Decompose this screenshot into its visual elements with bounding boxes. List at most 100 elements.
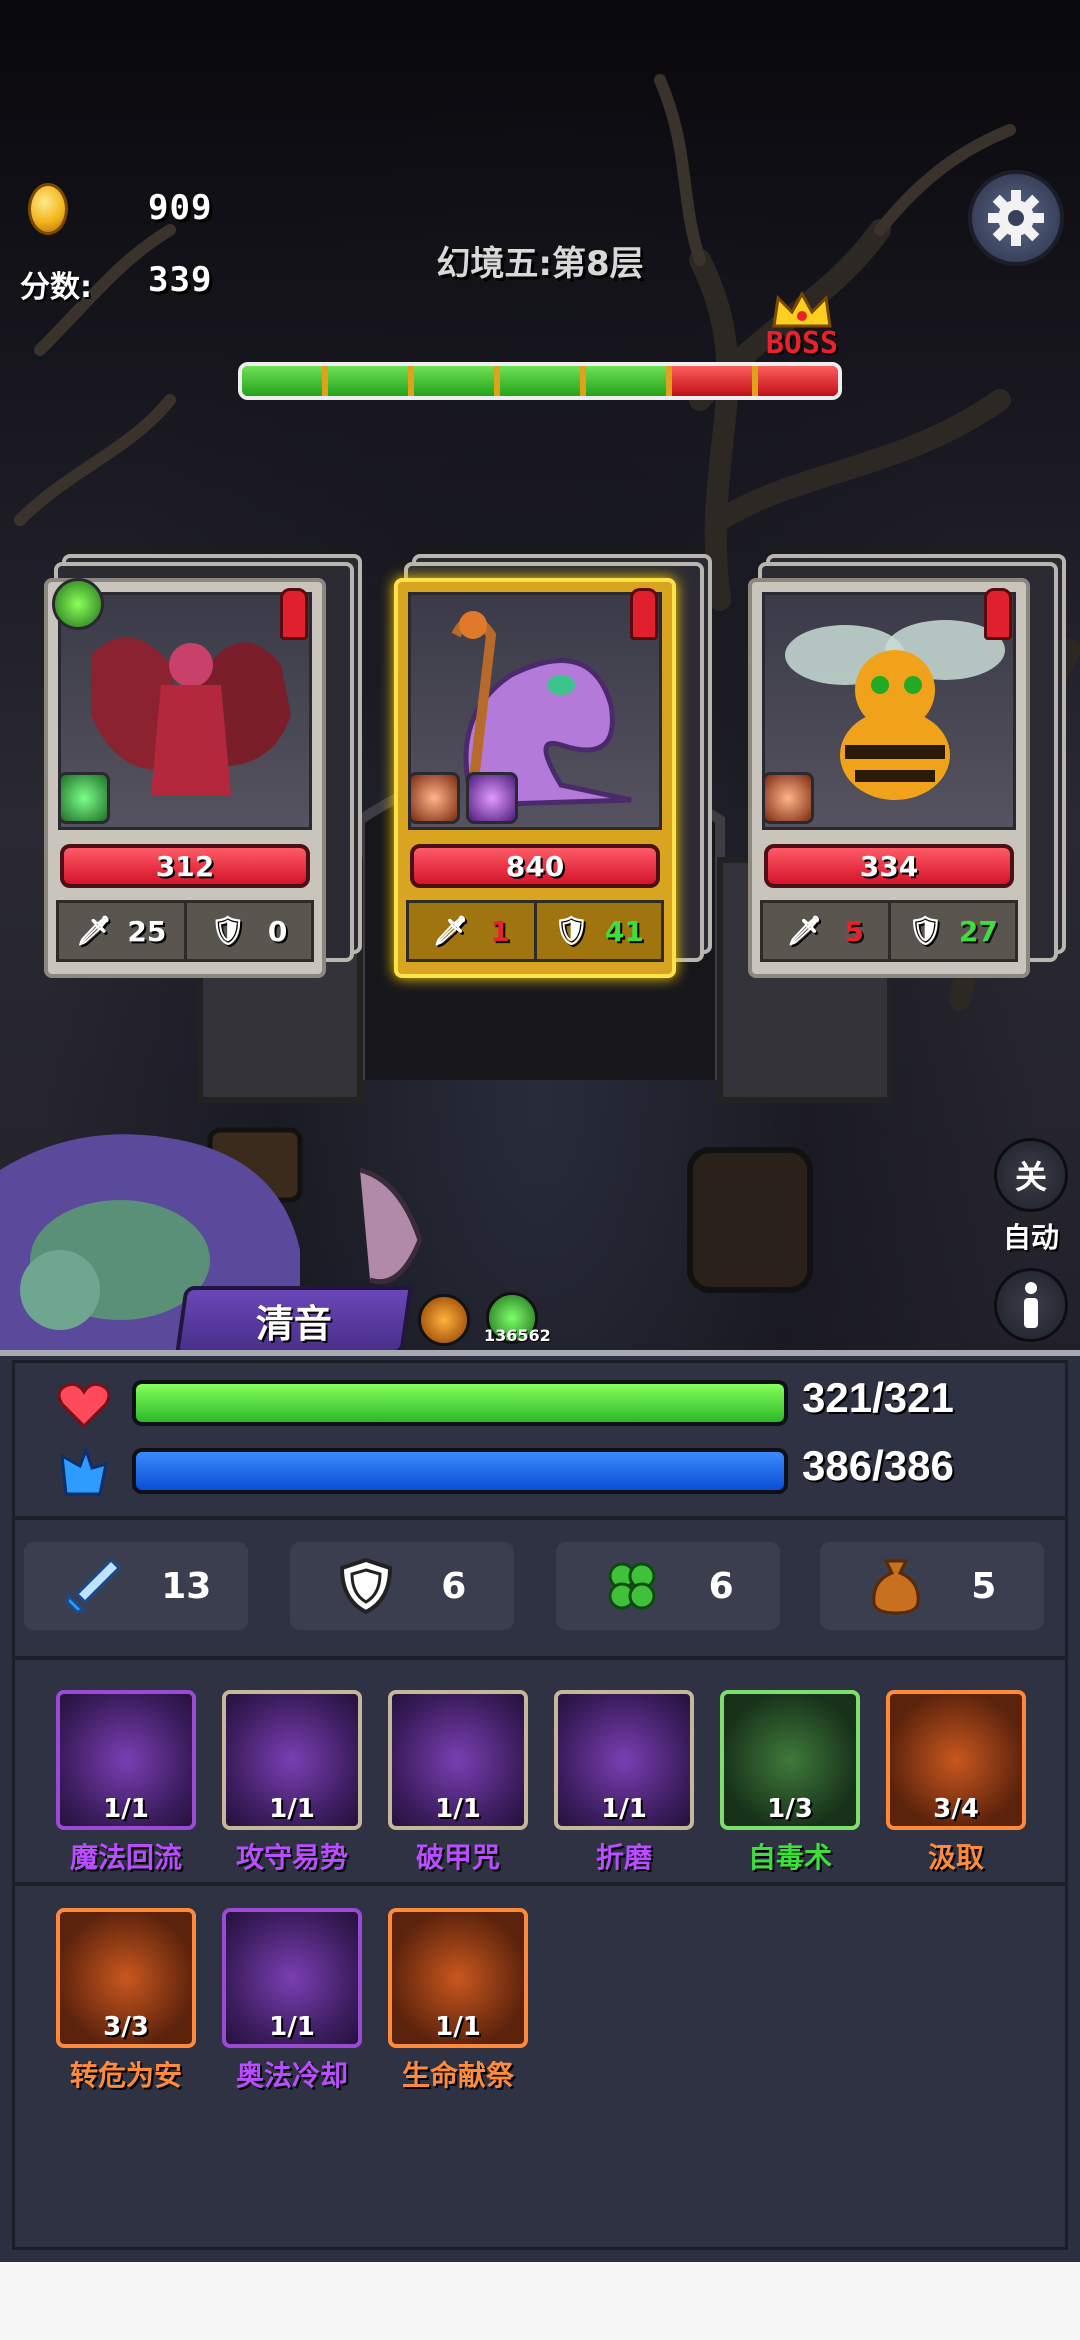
skill-count: 1/3 bbox=[767, 1794, 813, 1824]
skull-icon bbox=[52, 578, 104, 630]
progress-segment bbox=[672, 366, 758, 396]
gold-coin-icon bbox=[28, 183, 68, 235]
floor-progress-bar bbox=[238, 362, 842, 400]
skill-arcane-cooldown[interactable]: 1/1 bbox=[222, 1908, 362, 2048]
bag-stat: 5 bbox=[820, 1542, 1044, 1630]
skill-label: 汲取 bbox=[927, 1841, 984, 1874]
shield-icon bbox=[339, 1557, 392, 1615]
enemy-attack: 1 bbox=[490, 914, 510, 948]
shield-icon: 🛡 bbox=[907, 914, 944, 947]
settings-button[interactable] bbox=[968, 170, 1064, 266]
enemy-attack: 5 bbox=[844, 914, 864, 948]
skill-count: 1/1 bbox=[269, 1794, 315, 1824]
defense-stat: 6 bbox=[290, 1542, 514, 1630]
progress-segment bbox=[242, 366, 328, 396]
enemy-hp: 312 bbox=[60, 844, 310, 888]
enemy-card[interactable]: 334 🗡 5 🛡 27 bbox=[748, 554, 1066, 978]
clover-icon bbox=[608, 1562, 656, 1610]
skill-label: 魔法回流 bbox=[69, 1841, 182, 1874]
progress-segment bbox=[500, 366, 586, 396]
hp-value: 321/321 bbox=[802, 1374, 954, 1421]
skill-count: 3/4 bbox=[933, 1794, 979, 1824]
score-label: 分数: bbox=[20, 270, 92, 305]
info-icon bbox=[1024, 1282, 1038, 1328]
skill-magic-backflow[interactable]: 1/1 bbox=[56, 1690, 196, 1830]
skill-drain[interactable]: 3/4 bbox=[886, 1690, 1026, 1830]
claw-icon bbox=[762, 772, 814, 824]
skill-torment[interactable]: 1/1 bbox=[554, 1690, 694, 1830]
mp-bar bbox=[132, 1448, 788, 1494]
attack-stat: 13 bbox=[24, 1542, 248, 1630]
hp-bar-fill bbox=[136, 1384, 784, 1422]
shield-icon: 🛡 bbox=[553, 914, 590, 947]
level-title: 幻境五:第8层 bbox=[436, 244, 644, 284]
skill-label: 转危为安 bbox=[69, 2059, 182, 2092]
divider bbox=[12, 1656, 1068, 1660]
bag-value: 5 bbox=[971, 1565, 997, 1607]
heart-icon bbox=[58, 1382, 110, 1428]
progress-segment bbox=[414, 366, 500, 396]
enemy-attack: 25 bbox=[127, 914, 167, 948]
buff-icon[interactable] bbox=[418, 1294, 470, 1346]
buff-counter: 136562 bbox=[484, 1326, 551, 1345]
shield-icon: 🛡 bbox=[210, 914, 246, 947]
skill-armor-break-curse[interactable]: 1/1 bbox=[388, 1690, 528, 1830]
system-nav-bar bbox=[0, 2262, 1080, 2340]
skill-count: 1/1 bbox=[103, 1794, 149, 1824]
skill-self-poison[interactable]: 1/3 bbox=[720, 1690, 860, 1830]
gear-icon bbox=[988, 190, 1044, 246]
skill-count: 3/3 bbox=[103, 2012, 149, 2042]
luck-stat: 6 bbox=[556, 1542, 780, 1630]
info-button[interactable] bbox=[994, 1268, 1068, 1342]
luck-value: 6 bbox=[708, 1565, 734, 1607]
enemy-hp: 334 bbox=[764, 844, 1014, 888]
mp-value: 386/386 bbox=[802, 1442, 954, 1489]
skill-offense-defense-swap[interactable]: 1/1 bbox=[222, 1690, 362, 1830]
skill-label: 自毒术 bbox=[747, 1841, 832, 1874]
boss-label: BOSS bbox=[765, 326, 839, 361]
poison-drop-icon bbox=[58, 772, 110, 824]
enemy-hp: 840 bbox=[410, 844, 660, 888]
skill-life-sacrifice[interactable]: 1/1 bbox=[388, 1908, 528, 2048]
mana-icon bbox=[60, 1446, 108, 1496]
divider bbox=[12, 1882, 1068, 1886]
progress-segment bbox=[586, 366, 672, 396]
skill-label: 奥法冷却 bbox=[235, 2059, 348, 2092]
enemy-defense: 0 bbox=[267, 914, 288, 948]
sword-icon: 🗡 bbox=[432, 914, 469, 947]
bookmark-icon bbox=[280, 588, 308, 640]
sword-icon bbox=[64, 1557, 121, 1614]
auto-label: 自动 bbox=[1002, 1221, 1059, 1254]
enemy-defense: 27 bbox=[958, 914, 998, 948]
sword-icon: 🗡 bbox=[786, 914, 823, 947]
skill-count: 1/1 bbox=[435, 2012, 481, 2042]
hero-name-plate: 清音 bbox=[175, 1286, 413, 1354]
skill-label: 破甲咒 bbox=[415, 1841, 500, 1874]
skill-count: 1/1 bbox=[601, 1794, 647, 1824]
enemy-card-selected[interactable]: 840 🗡 1 🛡 41 bbox=[394, 554, 712, 978]
skill-turn-danger-safe[interactable]: 3/3 bbox=[56, 1908, 196, 2048]
money-bag-icon bbox=[871, 1559, 920, 1615]
score-value: 339 bbox=[148, 260, 213, 300]
auto-toggle-button[interactable]: 关 bbox=[994, 1138, 1068, 1212]
progress-segment bbox=[758, 366, 838, 396]
skill-count: 1/1 bbox=[269, 2012, 315, 2042]
hero-name: 清音 bbox=[255, 1301, 332, 1346]
mp-bar-fill bbox=[136, 1452, 784, 1490]
attack-value: 13 bbox=[161, 1565, 212, 1607]
curse-icon bbox=[466, 772, 518, 824]
enemy-card[interactable]: 312 🗡 25 🛡 0 bbox=[44, 554, 362, 978]
skill-label: 攻守易势 bbox=[235, 1841, 348, 1874]
hp-bar bbox=[132, 1380, 788, 1426]
claw-icon bbox=[408, 772, 460, 824]
crown-icon bbox=[772, 290, 832, 328]
skill-count: 1/1 bbox=[435, 1794, 481, 1824]
enemy-defense: 41 bbox=[604, 914, 644, 948]
gold-amount: 909 bbox=[148, 188, 213, 228]
bookmark-icon bbox=[630, 588, 658, 640]
divider bbox=[12, 1516, 1068, 1520]
skill-label: 折磨 bbox=[595, 1841, 652, 1874]
defense-value: 6 bbox=[441, 1565, 467, 1607]
progress-segment bbox=[328, 366, 414, 396]
sword-icon: 🗡 bbox=[76, 914, 112, 947]
